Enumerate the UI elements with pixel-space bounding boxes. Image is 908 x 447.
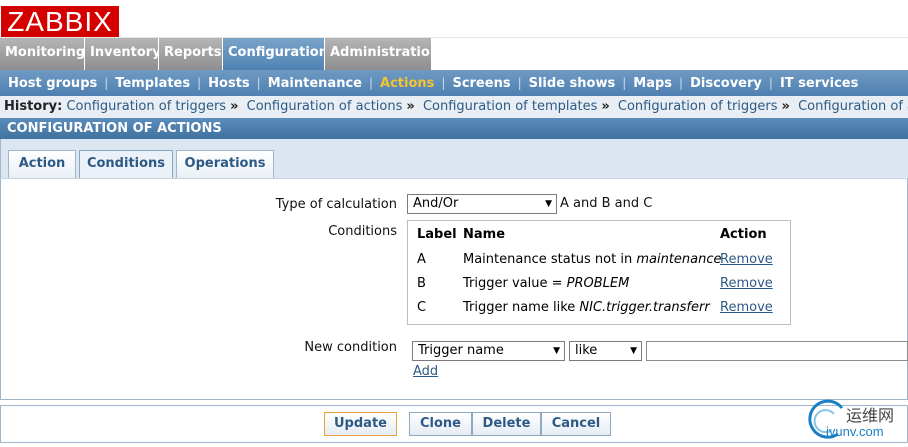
cancel-button[interactable]: Cancel (541, 412, 611, 436)
submenu-separator: | (104, 76, 109, 90)
new-condition-operator-select[interactable]: like ▼ (569, 341, 642, 361)
history-link[interactable]: Configuration of triggers (66, 99, 226, 114)
form-footer: Update Clone Delete Cancel (0, 405, 908, 443)
tab-conditions[interactable]: Conditions (79, 150, 173, 178)
condition-name: Trigger value = PROBLEM (463, 276, 629, 291)
condition-name-value: PROBLEM (566, 276, 630, 291)
history-separator: » (781, 99, 790, 114)
submenu-separator: | (368, 76, 374, 90)
column-header-action: Action (720, 227, 767, 242)
dropdown-arrow-icon: ▼ (545, 199, 552, 209)
new-condition-operator-value: like (575, 343, 598, 358)
submenu-separator: | (622, 76, 627, 90)
main-menu-fill (432, 38, 908, 70)
remove-condition-link[interactable]: Remove (720, 276, 773, 291)
history-separator: » (601, 99, 610, 114)
submenu-separator: | (441, 76, 446, 90)
calculation-formula: A and B and C (560, 196, 653, 211)
conditions-table: Label Name Action A Maintenance status n… (407, 220, 791, 325)
submenu-discovery[interactable]: Discovery (686, 76, 766, 91)
history-separator: » (230, 99, 239, 114)
submenu-separator: | (768, 76, 773, 90)
submenu-separator: | (256, 76, 261, 90)
submenu-host-groups[interactable]: Host groups (4, 76, 101, 91)
condition-label: A (417, 252, 426, 267)
type-of-calculation-label: Type of calculation (275, 197, 397, 212)
submenu-maintenance[interactable]: Maintenance (264, 76, 366, 91)
history-link[interactable]: Configuration of actions (798, 99, 908, 114)
submenu-hosts[interactable]: Hosts (204, 76, 254, 91)
new-condition-label: New condition (304, 340, 397, 355)
type-of-calculation-value: And/Or (413, 196, 459, 211)
main-tab-reports[interactable]: Reports (159, 38, 223, 70)
tabs-bar: Action Conditions Operations (0, 139, 908, 179)
condition-name: Maintenance status not in maintenance (463, 252, 722, 267)
conditions-table-header: Label Name Action (408, 227, 792, 251)
condition-name: Trigger name like NIC.trigger.transferr (463, 300, 710, 315)
history-separator: » (406, 99, 415, 114)
history-breadcrumb: History: Configuration of triggers» Conf… (0, 96, 908, 118)
zabbix-logo[interactable]: ZABBIX (1, 6, 119, 37)
main-tab-inventory[interactable]: Inventory (85, 38, 161, 70)
type-of-calculation-select[interactable]: And/Or ▼ (407, 194, 557, 214)
submenu-slide-shows[interactable]: Slide shows (525, 76, 620, 91)
history-label: History: (4, 99, 63, 114)
main-tab-administration[interactable]: Administration (325, 38, 439, 70)
conditions-label: Conditions (328, 224, 397, 239)
watermark-url: iyunv.com (826, 424, 884, 439)
submenu-it-services[interactable]: IT services (776, 76, 862, 91)
condition-label: B (417, 276, 426, 291)
header: ZABBIX (0, 0, 908, 38)
submenu-separator: | (517, 76, 522, 90)
remove-condition-link[interactable]: Remove (720, 300, 773, 315)
main-tab-monitoring[interactable]: Monitoring (0, 38, 85, 70)
sub-menu: Host groups | Templates | Hosts | Maintenan… (0, 70, 908, 96)
history-link[interactable]: Configuration of actions (247, 99, 403, 114)
new-condition-type-select[interactable]: Trigger name ▼ (412, 341, 565, 361)
submenu-templates[interactable]: Templates (111, 76, 194, 91)
condition-row: B Trigger value = PROBLEM Remove (408, 276, 792, 300)
history-link[interactable]: Configuration of triggers (618, 99, 778, 114)
condition-name-value: maintenance (636, 252, 722, 267)
main-tab-configuration[interactable]: Configuration (223, 38, 328, 70)
section-title: CONFIGURATION OF ACTIONS (0, 118, 908, 139)
new-condition-value-input[interactable] (646, 341, 908, 361)
dropdown-arrow-icon: ▼ (630, 346, 637, 356)
new-condition-type-value: Trigger name (418, 343, 504, 358)
submenu-maps[interactable]: Maps (629, 76, 676, 91)
watermark-text: 运维网 (846, 406, 895, 425)
clone-button[interactable]: Clone (409, 412, 472, 436)
dropdown-arrow-icon: ▼ (553, 346, 560, 356)
delete-button[interactable]: Delete (472, 412, 541, 436)
condition-row: C Trigger name like NIC.trigger.transfer… (408, 300, 792, 324)
watermark: 运维网 iyunv.com (802, 398, 908, 444)
update-button[interactable]: Update (324, 412, 397, 436)
condition-row: A Maintenance status not in maintenance … (408, 252, 792, 276)
submenu-separator: | (679, 76, 684, 90)
add-condition-link[interactable]: Add (413, 364, 438, 379)
submenu-screens[interactable]: Screens (448, 76, 514, 91)
condition-name-value: NIC.trigger.transferr (579, 300, 710, 315)
submenu-separator: | (197, 76, 202, 90)
condition-label: C (417, 300, 427, 315)
condition-name-prefix: Maintenance status not in (463, 252, 637, 267)
condition-name-prefix: Trigger value = (463, 276, 567, 291)
remove-condition-link[interactable]: Remove (720, 252, 773, 267)
column-header-name: Name (463, 227, 506, 242)
submenu-actions[interactable]: Actions (376, 76, 438, 91)
column-header-label: Label (417, 227, 457, 242)
history-link[interactable]: Configuration of templates (423, 99, 597, 114)
tab-operations[interactable]: Operations (176, 150, 274, 178)
tab-action[interactable]: Action (8, 150, 76, 178)
conditions-form: Type of calculation And/Or ▼ A and B and… (0, 178, 908, 400)
main-menu: Monitoring Inventory Reports Configurati… (0, 38, 439, 70)
condition-name-prefix: Trigger name like (463, 300, 580, 315)
